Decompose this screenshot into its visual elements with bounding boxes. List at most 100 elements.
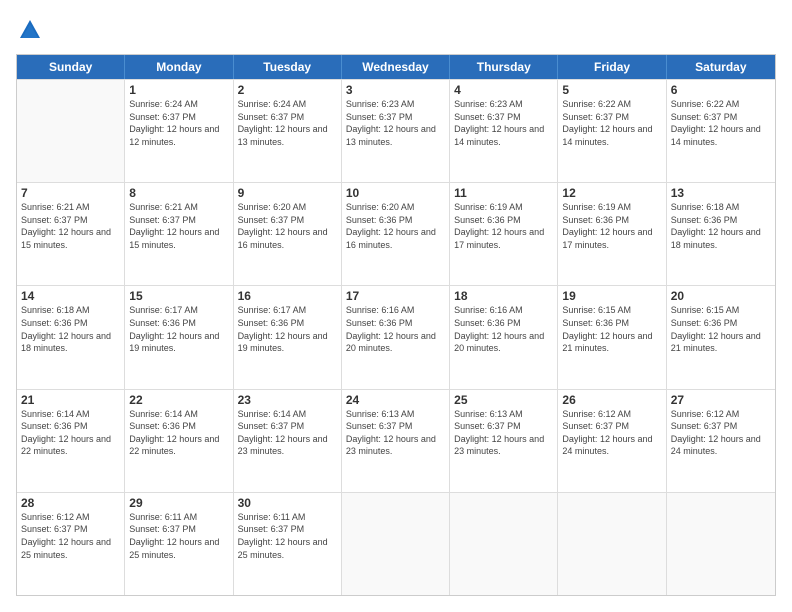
day-number: 11 bbox=[454, 186, 553, 200]
calendar-day-6: 6Sunrise: 6:22 AMSunset: 6:37 PMDaylight… bbox=[667, 80, 775, 182]
calendar-day-5: 5Sunrise: 6:22 AMSunset: 6:37 PMDaylight… bbox=[558, 80, 666, 182]
calendar-day-22: 22Sunrise: 6:14 AMSunset: 6:36 PMDayligh… bbox=[125, 390, 233, 492]
day-number: 25 bbox=[454, 393, 553, 407]
calendar-day-28: 28Sunrise: 6:12 AMSunset: 6:37 PMDayligh… bbox=[17, 493, 125, 595]
page: SundayMondayTuesdayWednesdayThursdayFrid… bbox=[0, 0, 792, 612]
day-number: 4 bbox=[454, 83, 553, 97]
calendar-day-13: 13Sunrise: 6:18 AMSunset: 6:36 PMDayligh… bbox=[667, 183, 775, 285]
day-number: 12 bbox=[562, 186, 661, 200]
day-info: Sunrise: 6:15 AMSunset: 6:36 PMDaylight:… bbox=[671, 304, 771, 354]
calendar-day-26: 26Sunrise: 6:12 AMSunset: 6:37 PMDayligh… bbox=[558, 390, 666, 492]
day-info: Sunrise: 6:12 AMSunset: 6:37 PMDaylight:… bbox=[562, 408, 661, 458]
day-number: 13 bbox=[671, 186, 771, 200]
day-number: 15 bbox=[129, 289, 228, 303]
day-info: Sunrise: 6:18 AMSunset: 6:36 PMDaylight:… bbox=[21, 304, 120, 354]
day-info: Sunrise: 6:21 AMSunset: 6:37 PMDaylight:… bbox=[21, 201, 120, 251]
calendar-day-4: 4Sunrise: 6:23 AMSunset: 6:37 PMDaylight… bbox=[450, 80, 558, 182]
day-info: Sunrise: 6:18 AMSunset: 6:36 PMDaylight:… bbox=[671, 201, 771, 251]
day-info: Sunrise: 6:14 AMSunset: 6:36 PMDaylight:… bbox=[21, 408, 120, 458]
day-info: Sunrise: 6:24 AMSunset: 6:37 PMDaylight:… bbox=[238, 98, 337, 148]
day-number: 22 bbox=[129, 393, 228, 407]
day-number: 20 bbox=[671, 289, 771, 303]
calendar-empty-cell bbox=[342, 493, 450, 595]
day-info: Sunrise: 6:16 AMSunset: 6:36 PMDaylight:… bbox=[454, 304, 553, 354]
calendar-day-1: 1Sunrise: 6:24 AMSunset: 6:37 PMDaylight… bbox=[125, 80, 233, 182]
day-number: 30 bbox=[238, 496, 337, 510]
header-day-wednesday: Wednesday bbox=[342, 55, 450, 79]
calendar-day-24: 24Sunrise: 6:13 AMSunset: 6:37 PMDayligh… bbox=[342, 390, 450, 492]
day-number: 16 bbox=[238, 289, 337, 303]
calendar-day-15: 15Sunrise: 6:17 AMSunset: 6:36 PMDayligh… bbox=[125, 286, 233, 388]
calendar-week-1: 1Sunrise: 6:24 AMSunset: 6:37 PMDaylight… bbox=[17, 79, 775, 182]
day-number: 3 bbox=[346, 83, 445, 97]
calendar-empty-cell bbox=[17, 80, 125, 182]
day-number: 24 bbox=[346, 393, 445, 407]
calendar-day-8: 8Sunrise: 6:21 AMSunset: 6:37 PMDaylight… bbox=[125, 183, 233, 285]
day-info: Sunrise: 6:19 AMSunset: 6:36 PMDaylight:… bbox=[454, 201, 553, 251]
day-number: 9 bbox=[238, 186, 337, 200]
day-info: Sunrise: 6:13 AMSunset: 6:37 PMDaylight:… bbox=[454, 408, 553, 458]
day-info: Sunrise: 6:19 AMSunset: 6:36 PMDaylight:… bbox=[562, 201, 661, 251]
calendar-day-21: 21Sunrise: 6:14 AMSunset: 6:36 PMDayligh… bbox=[17, 390, 125, 492]
calendar-day-14: 14Sunrise: 6:18 AMSunset: 6:36 PMDayligh… bbox=[17, 286, 125, 388]
calendar: SundayMondayTuesdayWednesdayThursdayFrid… bbox=[16, 54, 776, 596]
day-info: Sunrise: 6:17 AMSunset: 6:36 PMDaylight:… bbox=[238, 304, 337, 354]
calendar-day-11: 11Sunrise: 6:19 AMSunset: 6:36 PMDayligh… bbox=[450, 183, 558, 285]
calendar-day-25: 25Sunrise: 6:13 AMSunset: 6:37 PMDayligh… bbox=[450, 390, 558, 492]
day-number: 8 bbox=[129, 186, 228, 200]
day-number: 7 bbox=[21, 186, 120, 200]
day-number: 18 bbox=[454, 289, 553, 303]
header-day-saturday: Saturday bbox=[667, 55, 775, 79]
calendar-day-7: 7Sunrise: 6:21 AMSunset: 6:37 PMDaylight… bbox=[17, 183, 125, 285]
day-number: 6 bbox=[671, 83, 771, 97]
calendar-empty-cell bbox=[558, 493, 666, 595]
day-info: Sunrise: 6:12 AMSunset: 6:37 PMDaylight:… bbox=[21, 511, 120, 561]
day-info: Sunrise: 6:14 AMSunset: 6:37 PMDaylight:… bbox=[238, 408, 337, 458]
calendar-day-30: 30Sunrise: 6:11 AMSunset: 6:37 PMDayligh… bbox=[234, 493, 342, 595]
day-info: Sunrise: 6:23 AMSunset: 6:37 PMDaylight:… bbox=[454, 98, 553, 148]
header-day-thursday: Thursday bbox=[450, 55, 558, 79]
day-number: 5 bbox=[562, 83, 661, 97]
calendar-day-27: 27Sunrise: 6:12 AMSunset: 6:37 PMDayligh… bbox=[667, 390, 775, 492]
day-number: 21 bbox=[21, 393, 120, 407]
day-info: Sunrise: 6:11 AMSunset: 6:37 PMDaylight:… bbox=[129, 511, 228, 561]
calendar-week-5: 28Sunrise: 6:12 AMSunset: 6:37 PMDayligh… bbox=[17, 492, 775, 595]
day-info: Sunrise: 6:17 AMSunset: 6:36 PMDaylight:… bbox=[129, 304, 228, 354]
calendar-day-19: 19Sunrise: 6:15 AMSunset: 6:36 PMDayligh… bbox=[558, 286, 666, 388]
day-number: 23 bbox=[238, 393, 337, 407]
day-number: 19 bbox=[562, 289, 661, 303]
day-info: Sunrise: 6:24 AMSunset: 6:37 PMDaylight:… bbox=[129, 98, 228, 148]
calendar-day-10: 10Sunrise: 6:20 AMSunset: 6:36 PMDayligh… bbox=[342, 183, 450, 285]
calendar-week-2: 7Sunrise: 6:21 AMSunset: 6:37 PMDaylight… bbox=[17, 182, 775, 285]
calendar-day-16: 16Sunrise: 6:17 AMSunset: 6:36 PMDayligh… bbox=[234, 286, 342, 388]
day-info: Sunrise: 6:16 AMSunset: 6:36 PMDaylight:… bbox=[346, 304, 445, 354]
day-info: Sunrise: 6:22 AMSunset: 6:37 PMDaylight:… bbox=[562, 98, 661, 148]
day-number: 10 bbox=[346, 186, 445, 200]
day-info: Sunrise: 6:12 AMSunset: 6:37 PMDaylight:… bbox=[671, 408, 771, 458]
calendar-day-18: 18Sunrise: 6:16 AMSunset: 6:36 PMDayligh… bbox=[450, 286, 558, 388]
day-number: 2 bbox=[238, 83, 337, 97]
calendar-week-4: 21Sunrise: 6:14 AMSunset: 6:36 PMDayligh… bbox=[17, 389, 775, 492]
day-info: Sunrise: 6:20 AMSunset: 6:37 PMDaylight:… bbox=[238, 201, 337, 251]
calendar-day-12: 12Sunrise: 6:19 AMSunset: 6:36 PMDayligh… bbox=[558, 183, 666, 285]
day-info: Sunrise: 6:23 AMSunset: 6:37 PMDaylight:… bbox=[346, 98, 445, 148]
calendar-day-29: 29Sunrise: 6:11 AMSunset: 6:37 PMDayligh… bbox=[125, 493, 233, 595]
logo-icon bbox=[16, 16, 44, 44]
day-number: 27 bbox=[671, 393, 771, 407]
day-number: 1 bbox=[129, 83, 228, 97]
day-info: Sunrise: 6:21 AMSunset: 6:37 PMDaylight:… bbox=[129, 201, 228, 251]
calendar-day-3: 3Sunrise: 6:23 AMSunset: 6:37 PMDaylight… bbox=[342, 80, 450, 182]
calendar-day-23: 23Sunrise: 6:14 AMSunset: 6:37 PMDayligh… bbox=[234, 390, 342, 492]
header-day-monday: Monday bbox=[125, 55, 233, 79]
calendar-day-17: 17Sunrise: 6:16 AMSunset: 6:36 PMDayligh… bbox=[342, 286, 450, 388]
calendar-week-3: 14Sunrise: 6:18 AMSunset: 6:36 PMDayligh… bbox=[17, 285, 775, 388]
day-info: Sunrise: 6:13 AMSunset: 6:37 PMDaylight:… bbox=[346, 408, 445, 458]
day-number: 26 bbox=[562, 393, 661, 407]
day-info: Sunrise: 6:15 AMSunset: 6:36 PMDaylight:… bbox=[562, 304, 661, 354]
calendar-body: 1Sunrise: 6:24 AMSunset: 6:37 PMDaylight… bbox=[17, 79, 775, 595]
calendar-header: SundayMondayTuesdayWednesdayThursdayFrid… bbox=[17, 55, 775, 79]
calendar-day-9: 9Sunrise: 6:20 AMSunset: 6:37 PMDaylight… bbox=[234, 183, 342, 285]
calendar-empty-cell bbox=[450, 493, 558, 595]
calendar-day-20: 20Sunrise: 6:15 AMSunset: 6:36 PMDayligh… bbox=[667, 286, 775, 388]
calendar-day-2: 2Sunrise: 6:24 AMSunset: 6:37 PMDaylight… bbox=[234, 80, 342, 182]
